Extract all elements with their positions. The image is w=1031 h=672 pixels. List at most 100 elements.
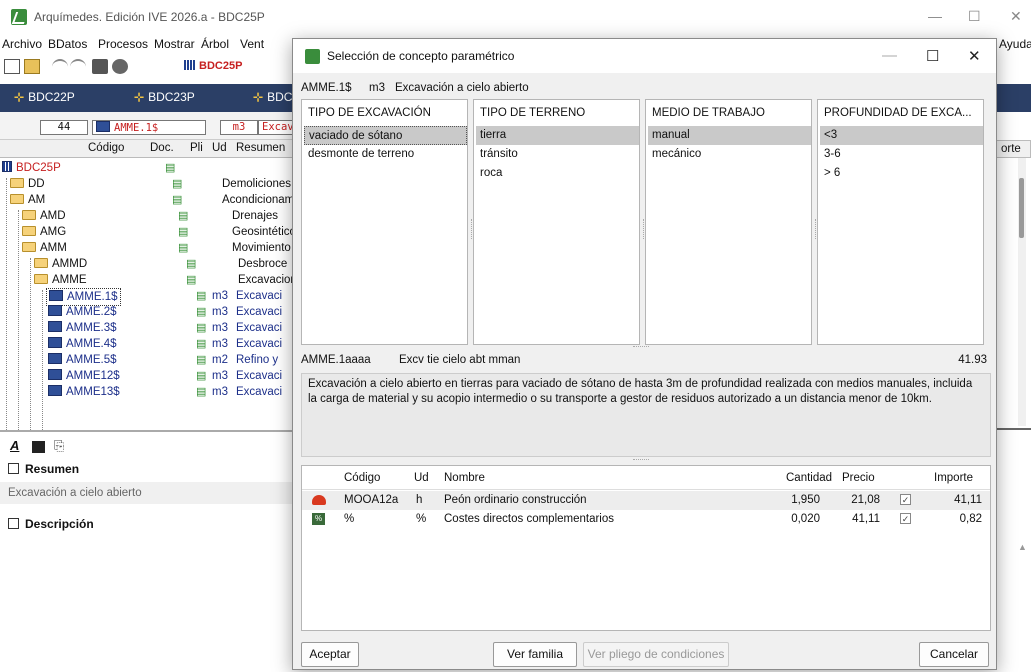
- tree-code-box[interactable]: AMME.1$: [92, 120, 206, 135]
- menu-arbol[interactable]: Árbol: [201, 37, 229, 51]
- tree-scrollbar[interactable]: [1018, 158, 1026, 426]
- param-option[interactable]: roca: [476, 164, 639, 183]
- tree-row[interactable]: AMME.2$ ▤ m3 Excavaci: [0, 304, 300, 320]
- save-icon[interactable]: [92, 59, 108, 74]
- col-codigo[interactable]: Código: [88, 142, 124, 154]
- menu-bdatos[interactable]: BDatos: [48, 37, 87, 51]
- col-nombre[interactable]: Nombre: [444, 466, 485, 490]
- table-row[interactable]: MOOA12a h Peón ordinario construcción 1,…: [302, 491, 990, 510]
- param-option[interactable]: > 6: [820, 164, 983, 183]
- image-icon[interactable]: [32, 441, 45, 453]
- main-titlebar: Arquímedes. Edición IVE 2026.a - BDC25P …: [0, 0, 1031, 34]
- param-column-depth: PROFUNDIDAD DE EXCA... <3 3-6 > 6: [817, 99, 984, 345]
- table-row[interactable]: % % % Costes directos complementarios 0,…: [302, 510, 990, 529]
- tab-bdc24p[interactable]: ⊹ BDC: [253, 90, 292, 104]
- percent-icon: %: [312, 513, 325, 525]
- dialog-minimize-icon[interactable]: —: [882, 47, 897, 64]
- tree-column-headers: Código Doc. Pli Ud Resumen: [0, 140, 300, 158]
- folder-open-icon: [22, 242, 36, 252]
- param-option[interactable]: tierra: [476, 126, 639, 145]
- tree-row[interactable]: AMME.1$ ▤ m3 Excavaci: [0, 288, 300, 306]
- table-header-row: Código Ud Nombre Cantidad Precio Importe: [302, 466, 990, 490]
- descripcion-section-header[interactable]: Descripción: [8, 517, 94, 531]
- tree-row[interactable]: AMME.3$ ▤ m3 Excavaci: [0, 320, 300, 336]
- accept-button[interactable]: Aceptar: [301, 642, 359, 667]
- concept-header: AMME.1$ m3 Excavación a cielo abierto: [301, 80, 991, 98]
- close-icon[interactable]: ✕: [1010, 8, 1022, 25]
- col-importe[interactable]: Importe: [934, 466, 973, 490]
- param-title: MEDIO DE TRABAJO: [652, 107, 765, 119]
- dialog-maximize-icon[interactable]: ☐: [926, 47, 939, 65]
- main-window-title: Arquímedes. Edición IVE 2026.a - BDC25P: [34, 10, 265, 24]
- tree-row[interactable]: DD ▤ Demoliciones: [0, 176, 300, 192]
- menu-ayuda[interactable]: Ayuda: [999, 37, 1031, 51]
- row-checkbox[interactable]: ✓: [900, 513, 911, 524]
- folder-icon: [10, 178, 24, 188]
- cancel-button[interactable]: Cancelar: [919, 642, 989, 667]
- col-precio[interactable]: Precio: [842, 466, 875, 490]
- document-icon: ▤: [196, 354, 207, 366]
- col-codigo[interactable]: Código: [344, 466, 380, 490]
- text-format-icon[interactable]: A: [10, 438, 19, 453]
- view-family-button[interactable]: Ver familia: [493, 642, 577, 667]
- minimize-icon[interactable]: —: [928, 8, 942, 24]
- database-icon: [2, 161, 12, 172]
- open-folder-icon[interactable]: [24, 59, 40, 74]
- document-icon: ▤: [196, 322, 207, 334]
- param-option[interactable]: 3-6: [820, 145, 983, 164]
- pane-splitter[interactable]: [633, 459, 649, 460]
- tree-row[interactable]: AMMD ▤ Desbroce: [0, 256, 300, 272]
- col-doc[interactable]: Doc.: [150, 142, 174, 154]
- attachment-icon[interactable]: ⎘: [54, 438, 64, 454]
- param-option[interactable]: manual: [648, 126, 811, 145]
- tree-toolbar: 44 AMME.1$ m3 Excav: [0, 112, 300, 140]
- properties-panel: A ⎘ Resumen Excavación a cielo abierto D…: [0, 430, 300, 672]
- menu-archivo[interactable]: Archivo: [2, 37, 42, 51]
- generated-concept-row: AMME.1aaaa Excv tie cielo abt mman 41.93: [301, 352, 991, 370]
- tree-row[interactable]: AMG ▤ Geosintético: [0, 224, 300, 240]
- col-ud[interactable]: Ud: [212, 142, 227, 154]
- menu-mostrar[interactable]: Mostrar: [154, 37, 195, 51]
- redo-icon[interactable]: [70, 59, 86, 74]
- param-option[interactable]: desmonte de terreno: [304, 145, 467, 164]
- maximize-icon[interactable]: ☐: [968, 8, 981, 25]
- param-option[interactable]: vaciado de sótano: [304, 126, 467, 145]
- parametric-concept-icon: [48, 385, 62, 396]
- tree-row[interactable]: AMME.4$ ▤ m3 Excavaci: [0, 336, 300, 352]
- col-importe[interactable]: orte: [996, 140, 1031, 158]
- tree-row[interactable]: AMME.5$ ▤ m2 Refino y: [0, 352, 300, 368]
- tree-row[interactable]: BDC25P ▤: [0, 160, 300, 176]
- pane-splitter[interactable]: [633, 346, 649, 347]
- main-window-right-edge: orte ▲: [996, 112, 1031, 672]
- cell-cantidad: 1,950: [791, 494, 820, 506]
- tree-row[interactable]: AM ▤ Acondicionam: [0, 192, 300, 208]
- tab-bdc22p[interactable]: ⊹ BDC22P: [14, 90, 75, 104]
- tab-bdc23p[interactable]: ⊹ BDC23P: [134, 90, 195, 104]
- row-checkbox[interactable]: ✓: [900, 494, 911, 505]
- parametric-concept-dialog: Selección de concepto paramétrico — ☐ ✕ …: [292, 38, 997, 670]
- col-pli[interactable]: Pli: [190, 142, 203, 154]
- document-icon: ▤: [178, 226, 189, 238]
- settings-icon[interactable]: [112, 59, 128, 74]
- param-option[interactable]: <3: [820, 126, 983, 145]
- param-column-terrain-type: TIPO DE TERRENO tierra tránsito roca: [473, 99, 640, 345]
- menu-ventana[interactable]: Vent: [240, 37, 264, 51]
- tree-row[interactable]: AMME ▤ Excavacion: [0, 272, 300, 288]
- menu-procesos[interactable]: Procesos: [98, 37, 148, 51]
- document-icon: ▤: [172, 178, 183, 190]
- param-option[interactable]: tránsito: [476, 145, 639, 164]
- undo-icon[interactable]: [52, 59, 68, 74]
- tree-row[interactable]: AMME13$ ▤ m3 Excavaci: [0, 384, 300, 400]
- tree-row[interactable]: AMME12$ ▤ m3 Excavaci: [0, 368, 300, 384]
- resumen-section-header[interactable]: Resumen: [8, 462, 79, 476]
- col-ud[interactable]: Ud: [414, 466, 429, 490]
- col-resumen[interactable]: Resumen: [236, 142, 285, 154]
- param-option[interactable]: mecánico: [648, 145, 811, 164]
- new-file-icon[interactable]: [4, 59, 20, 74]
- dialog-close-icon[interactable]: ✕: [968, 47, 981, 65]
- col-cantidad[interactable]: Cantidad: [786, 466, 832, 490]
- tree-row[interactable]: AMD ▤ Drenajes: [0, 208, 300, 224]
- scroll-up-icon[interactable]: ▲: [1018, 542, 1027, 552]
- view-conditions-button[interactable]: Ver pliego de condiciones: [583, 642, 729, 667]
- tree-row[interactable]: AMM ▤ Movimiento: [0, 240, 300, 256]
